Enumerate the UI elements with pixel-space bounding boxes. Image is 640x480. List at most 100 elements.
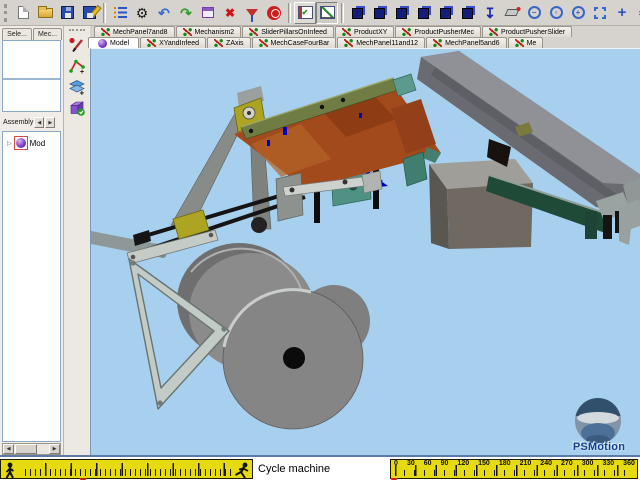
tab-label: Mechanism2 bbox=[195, 29, 235, 36]
tab-model[interactable]: Model bbox=[88, 37, 139, 48]
product-box[interactable] bbox=[429, 159, 533, 249]
handle-marker-blue[interactable] bbox=[283, 127, 287, 135]
svg-text:+: + bbox=[80, 88, 85, 96]
assembly-prev-button[interactable]: ◀ bbox=[34, 117, 44, 128]
solid-model-icon[interactable] bbox=[66, 97, 88, 118]
tab-mechpanel7and8[interactable]: MechPanel7and8 bbox=[94, 26, 175, 37]
viewport-3d[interactable]: PSMotion bbox=[90, 48, 640, 455]
tab-productpusherslider[interactable]: ProductPusherSlider bbox=[482, 26, 572, 37]
toolbar-separator bbox=[103, 3, 106, 23]
new-document-icon[interactable] bbox=[12, 2, 34, 24]
tab-me[interactable]: Me bbox=[508, 37, 544, 48]
mechanism-tab-row-lower: Model XYandInfeed ZAxis MechCaseFourBar Mech… bbox=[88, 37, 640, 48]
mechanism-icon bbox=[147, 39, 156, 47]
a-frame-tower[interactable] bbox=[171, 86, 271, 229]
view-cube-right-icon[interactable] bbox=[435, 2, 457, 24]
timeline-bar: Cycle machine 03060901201501802102402703… bbox=[0, 455, 640, 480]
cam-disc[interactable] bbox=[223, 285, 370, 429]
psmotion-logo-sphere bbox=[573, 397, 623, 445]
tab-mechpanel5and6[interactable]: MechPanel5and6 bbox=[426, 37, 507, 48]
model-sphere-icon bbox=[98, 39, 107, 48]
mechanism-icon bbox=[433, 39, 442, 47]
undo-icon[interactable]: ↶ bbox=[153, 2, 175, 24]
pan-icon[interactable]: + bbox=[611, 2, 633, 24]
delete-icon[interactable]: ✖ bbox=[219, 2, 241, 24]
degree-ruler[interactable]: 0306090120150180210240270300330360 bbox=[390, 459, 638, 479]
tab-label: Me bbox=[527, 40, 537, 47]
scroll-thumb[interactable] bbox=[15, 444, 37, 454]
zoom-out-icon: − bbox=[528, 6, 541, 19]
save-as-icon[interactable] bbox=[78, 2, 100, 24]
cycle-ruler[interactable] bbox=[0, 459, 253, 479]
scroll-right-button[interactable]: ▶ bbox=[49, 444, 60, 454]
zoom-fit-icon[interactable] bbox=[589, 2, 611, 24]
list-options-icon[interactable] bbox=[109, 2, 131, 24]
save-icon[interactable] bbox=[56, 2, 78, 24]
zoom-out-icon[interactable]: − bbox=[523, 2, 545, 24]
view-cube-top-icon[interactable] bbox=[457, 2, 479, 24]
selection-list-panel[interactable] bbox=[2, 40, 61, 112]
model-render[interactable] bbox=[91, 49, 640, 456]
save-as-icon bbox=[83, 6, 96, 19]
drop-to-ground-icon[interactable]: ↧ bbox=[479, 2, 501, 24]
sidebar-tab-mechanisms[interactable]: Mec... bbox=[33, 28, 62, 40]
main-toolbar: ⚙↶↷✖✔↧−▫++⚙⚙ bbox=[0, 0, 640, 26]
tree-expander-icon[interactable]: ▷ bbox=[7, 140, 12, 147]
rotate-table-icon[interactable] bbox=[501, 2, 523, 24]
tab-mechpanel11and12[interactable]: MechPanel11and12 bbox=[337, 37, 425, 48]
tab-productpushermec[interactable]: ProductPusherMec bbox=[395, 26, 481, 37]
tab-label: Model bbox=[110, 40, 129, 47]
cycle-machine-label: Cycle machine bbox=[258, 463, 330, 475]
add-mechanism-icon[interactable]: + bbox=[66, 55, 88, 76]
view-cube-left-icon[interactable] bbox=[413, 2, 435, 24]
graph-view-toggle bbox=[320, 6, 335, 19]
view-tools-icon[interactable]: ⚙ bbox=[633, 2, 640, 24]
properties-window-icon[interactable] bbox=[197, 2, 219, 24]
assembly-next-button[interactable]: ▶ bbox=[45, 117, 55, 128]
sketch-trace-icon[interactable] bbox=[66, 34, 88, 55]
filter-icon[interactable] bbox=[241, 2, 263, 24]
svg-text:+: + bbox=[80, 69, 84, 75]
graph-view-toggle[interactable] bbox=[316, 2, 338, 24]
mechanism-view-toggle[interactable]: ✔ bbox=[294, 2, 316, 24]
view-cube-front-icon[interactable] bbox=[369, 2, 391, 24]
save-icon bbox=[61, 6, 74, 19]
zoom-in-icon: + bbox=[572, 6, 585, 19]
toolbar-grip[interactable] bbox=[4, 4, 9, 22]
tab-label: MechPanel11and12 bbox=[356, 40, 418, 47]
tab-label: MechPanel5and6 bbox=[445, 40, 500, 47]
sidebar-tab-selection[interactable]: Sele... bbox=[2, 28, 32, 40]
open-file-icon[interactable] bbox=[34, 2, 56, 24]
mechanism-icon bbox=[489, 28, 498, 36]
running-man-icon bbox=[233, 462, 251, 479]
tab-label: ProductPusherSlider bbox=[501, 29, 565, 36]
zoom-in-icon[interactable]: + bbox=[567, 2, 589, 24]
scroll-left-button[interactable]: ◀ bbox=[3, 444, 14, 454]
mechanism-icon bbox=[183, 28, 192, 36]
sidebar-hscrollbar[interactable]: ◀ ▶ bbox=[2, 443, 61, 455]
redo-icon[interactable]: ↷ bbox=[175, 2, 197, 24]
new-document-icon bbox=[18, 6, 29, 19]
degree-minor-ticks bbox=[395, 470, 634, 476]
tab-sliderpillarsoninfeed[interactable]: SliderPillarsOnInfeed bbox=[242, 26, 334, 37]
tab-mechanism2[interactable]: Mechanism2 bbox=[176, 26, 242, 37]
view-cube-front-icon bbox=[374, 8, 385, 19]
tab-label: ZAxis bbox=[226, 40, 244, 47]
strip-grip[interactable] bbox=[69, 29, 85, 32]
tab-productxy[interactable]: ProductXY bbox=[335, 26, 394, 37]
add-plane-icon[interactable]: + bbox=[66, 76, 88, 97]
tab-label: ProductXY bbox=[354, 29, 387, 36]
assembly-tree-panel[interactable]: ▷ Mod bbox=[2, 131, 61, 442]
tab-xyandinfeed[interactable]: XYandInfeed bbox=[140, 37, 206, 48]
tab-zaxis[interactable]: ZAxis bbox=[207, 37, 251, 48]
tab-mechcasefourbar[interactable]: MechCaseFourBar bbox=[252, 37, 337, 48]
tree-item-model[interactable]: ▷ Mod bbox=[3, 132, 60, 150]
view-cube-iso-icon[interactable] bbox=[347, 2, 369, 24]
zoom-window-icon: ▫ bbox=[550, 6, 563, 19]
filter-icon bbox=[246, 9, 258, 17]
zoom-window-icon[interactable]: ▫ bbox=[545, 2, 567, 24]
view-cube-back-icon[interactable] bbox=[391, 2, 413, 24]
model-node-selected[interactable] bbox=[14, 136, 28, 150]
settings-gear-icon[interactable]: ⚙ bbox=[131, 2, 153, 24]
power-exit-icon[interactable] bbox=[263, 2, 285, 24]
